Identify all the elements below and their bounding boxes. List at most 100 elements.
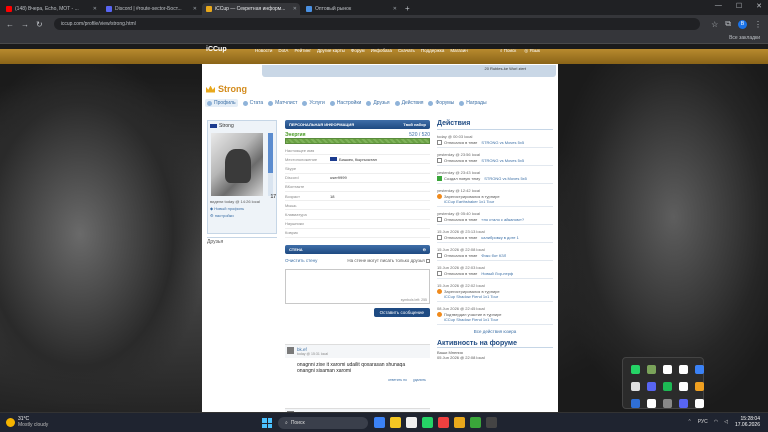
pinned-app-icon[interactable] (438, 417, 449, 428)
site-nav-link[interactable]: Форум (351, 48, 365, 53)
pinned-app-icon[interactable] (454, 417, 465, 428)
pinned-app-icon[interactable] (390, 417, 401, 428)
action-sub-link[interactable]: iCCup Earthshaker 1x1 Tour (444, 199, 553, 204)
minimize-button[interactable]: — (715, 2, 722, 10)
browser-tab[interactable]: Оптовый рынок ✕ (302, 3, 400, 15)
volume-icon[interactable]: ◁ (724, 419, 728, 425)
profile-tab[interactable]: Настройки (329, 99, 361, 107)
site-nav-link[interactable]: Магазин (450, 48, 467, 53)
action-link[interactable]: STRONG vs Moves 5x5 (484, 176, 527, 181)
star-icon[interactable]: ☆ (711, 20, 718, 29)
send-message-button[interactable]: Оставить сообщение (373, 307, 430, 317)
start-button[interactable] (262, 418, 272, 428)
photo-scrollbar[interactable] (268, 133, 273, 196)
site-nav-link[interactable]: Инфобаза (371, 48, 392, 53)
language-indicator[interactable]: РУС (698, 419, 708, 425)
action-link[interactable]: «но стало с айкапом»? (481, 217, 524, 222)
forum-activity-item[interactable]: Ваши Мнения 05 Jun 2026 @ 22:08 local (437, 350, 553, 360)
clear-wall-link[interactable]: Очистить стену (285, 258, 317, 263)
reload-icon[interactable]: ↻ (36, 20, 43, 29)
language-link[interactable]: ◎ Язык (524, 48, 540, 54)
close-tab-icon[interactable]: ✕ (93, 6, 97, 12)
wifi-icon[interactable]: ◠ (714, 419, 718, 425)
action-link[interactable]: STRONG vs Moves 5x5 (481, 158, 524, 163)
settings-link[interactable]: ⚙ настройки (210, 213, 276, 218)
pinned-app-icon[interactable] (406, 417, 417, 428)
profile-tab[interactable]: Форумы (428, 99, 454, 107)
maximize-button[interactable]: ☐ (736, 2, 742, 10)
taskbar-search[interactable]: ⌕ Поиск (278, 417, 368, 429)
url-field[interactable]: iccup.com/profile/view/strong.html (53, 18, 701, 30)
close-tab-icon[interactable]: ✕ (293, 6, 297, 12)
tray-app-icon[interactable] (646, 382, 656, 391)
clock[interactable]: 15:28:04 17.06.2026 (735, 416, 760, 428)
pinned-app-icon[interactable] (486, 417, 497, 428)
new-profile-link[interactable]: ◆ Новый профиль (210, 206, 276, 211)
tray-app-icon[interactable] (678, 382, 688, 391)
profile-tab[interactable]: Стата (242, 99, 263, 107)
tray-app-icon[interactable] (678, 399, 688, 408)
profile-tab[interactable]: Профиль (205, 99, 238, 107)
browser-tab[interactable]: (148) Вчера, Echo, MOT - ... ✕ (2, 3, 100, 15)
tray-app-icon[interactable] (694, 382, 704, 391)
all-actions-link[interactable]: Все действия юзера (437, 329, 553, 334)
action-link[interactable]: калибровку в доте 1 (481, 235, 518, 240)
tray-app-icon[interactable] (630, 382, 640, 391)
tray-app-icon[interactable] (662, 365, 672, 374)
action-link[interactable]: Фикс бот КЗЛ (481, 253, 506, 258)
personal-info-right[interactable]: Твой набор (403, 122, 426, 127)
extensions-icon[interactable]: ⧉ (725, 19, 731, 29)
friends-only-option[interactable]: На стене могут писать только друзья (347, 258, 430, 263)
profile-tab[interactable]: Награды (459, 99, 487, 107)
profile-tab[interactable]: Услуги (302, 99, 325, 107)
tray-app-icon[interactable] (630, 365, 640, 374)
wall-message-textarea[interactable]: symbols left: 255 (285, 268, 430, 304)
new-tab-button[interactable]: + (405, 3, 410, 15)
pinned-app-icon[interactable] (422, 417, 433, 428)
action-link[interactable]: Новый Лор-нерф (481, 271, 513, 276)
action-sub-link[interactable]: iCCup Shadow Fiend 1x1 Tour (444, 294, 553, 299)
site-search-link[interactable]: ⌕ Поиск (500, 48, 516, 54)
close-tab-icon[interactable]: ✕ (393, 6, 397, 12)
profile-tab[interactable]: Друзья (366, 99, 390, 107)
action-link[interactable]: STRONG vs Moves 5x5 (481, 140, 524, 145)
back-icon[interactable]: ← (6, 20, 14, 29)
tray-app-icon[interactable] (662, 382, 672, 391)
promo-banner[interactable]: 20 Rubles-ke Worl ziert (262, 65, 556, 77)
site-nav-link[interactable]: Рейтинг (294, 48, 311, 53)
tray-app-icon[interactable] (646, 399, 656, 408)
browser-tab[interactable]: iCCup — Секретная информ... ✕ (202, 3, 300, 15)
tray-chevron-icon[interactable]: ⌃ (688, 419, 692, 425)
forward-icon[interactable]: → (21, 20, 29, 29)
profile-avatar[interactable]: B (738, 19, 747, 29)
post-delete-link[interactable]: удалить (413, 378, 426, 382)
pinned-app-icon[interactable] (470, 417, 481, 428)
post-reply-link[interactable]: ответить по (388, 378, 407, 382)
browser-tab[interactable]: Discord | #route-sector-Бост... ✕ (102, 3, 200, 15)
action-sub-link[interactable]: iCCup Shadow Fiend 1x1 Tour (444, 317, 553, 322)
friends-only-checkbox[interactable] (426, 258, 430, 263)
weather-widget[interactable]: 31°C Mostly cloudy (6, 416, 48, 428)
scroll-thumb[interactable] (268, 133, 273, 173)
post-avatar[interactable] (287, 347, 294, 354)
site-nav-link[interactable]: Скачать (398, 48, 415, 53)
menu-icon[interactable]: ⋮ (754, 20, 762, 29)
profile-photo[interactable] (211, 133, 263, 196)
tray-app-icon[interactable] (694, 365, 704, 374)
tray-app-icon[interactable] (662, 399, 672, 408)
site-nav-link[interactable]: Поддержка (421, 48, 444, 53)
profile-tab[interactable]: Матчлист (268, 99, 297, 107)
all-bookmarks-link[interactable]: Все закладки (729, 35, 760, 41)
site-nav-link[interactable]: Другие карты (317, 48, 345, 53)
site-nav-link[interactable]: DotA (278, 48, 288, 53)
tray-app-icon[interactable] (630, 399, 640, 408)
site-nav-link[interactable]: Новости (255, 48, 272, 53)
site-logo[interactable]: iCCup (206, 46, 227, 53)
tray-app-icon[interactable] (694, 399, 704, 408)
wall-toggle-icon[interactable]: ⊖ (423, 247, 426, 252)
close-tab-icon[interactable]: ✕ (193, 6, 197, 12)
pinned-app-icon[interactable] (374, 417, 385, 428)
profile-tab[interactable]: Действия (394, 99, 423, 107)
tray-app-icon[interactable] (678, 365, 688, 374)
friends-section[interactable]: Друзья (207, 237, 277, 245)
